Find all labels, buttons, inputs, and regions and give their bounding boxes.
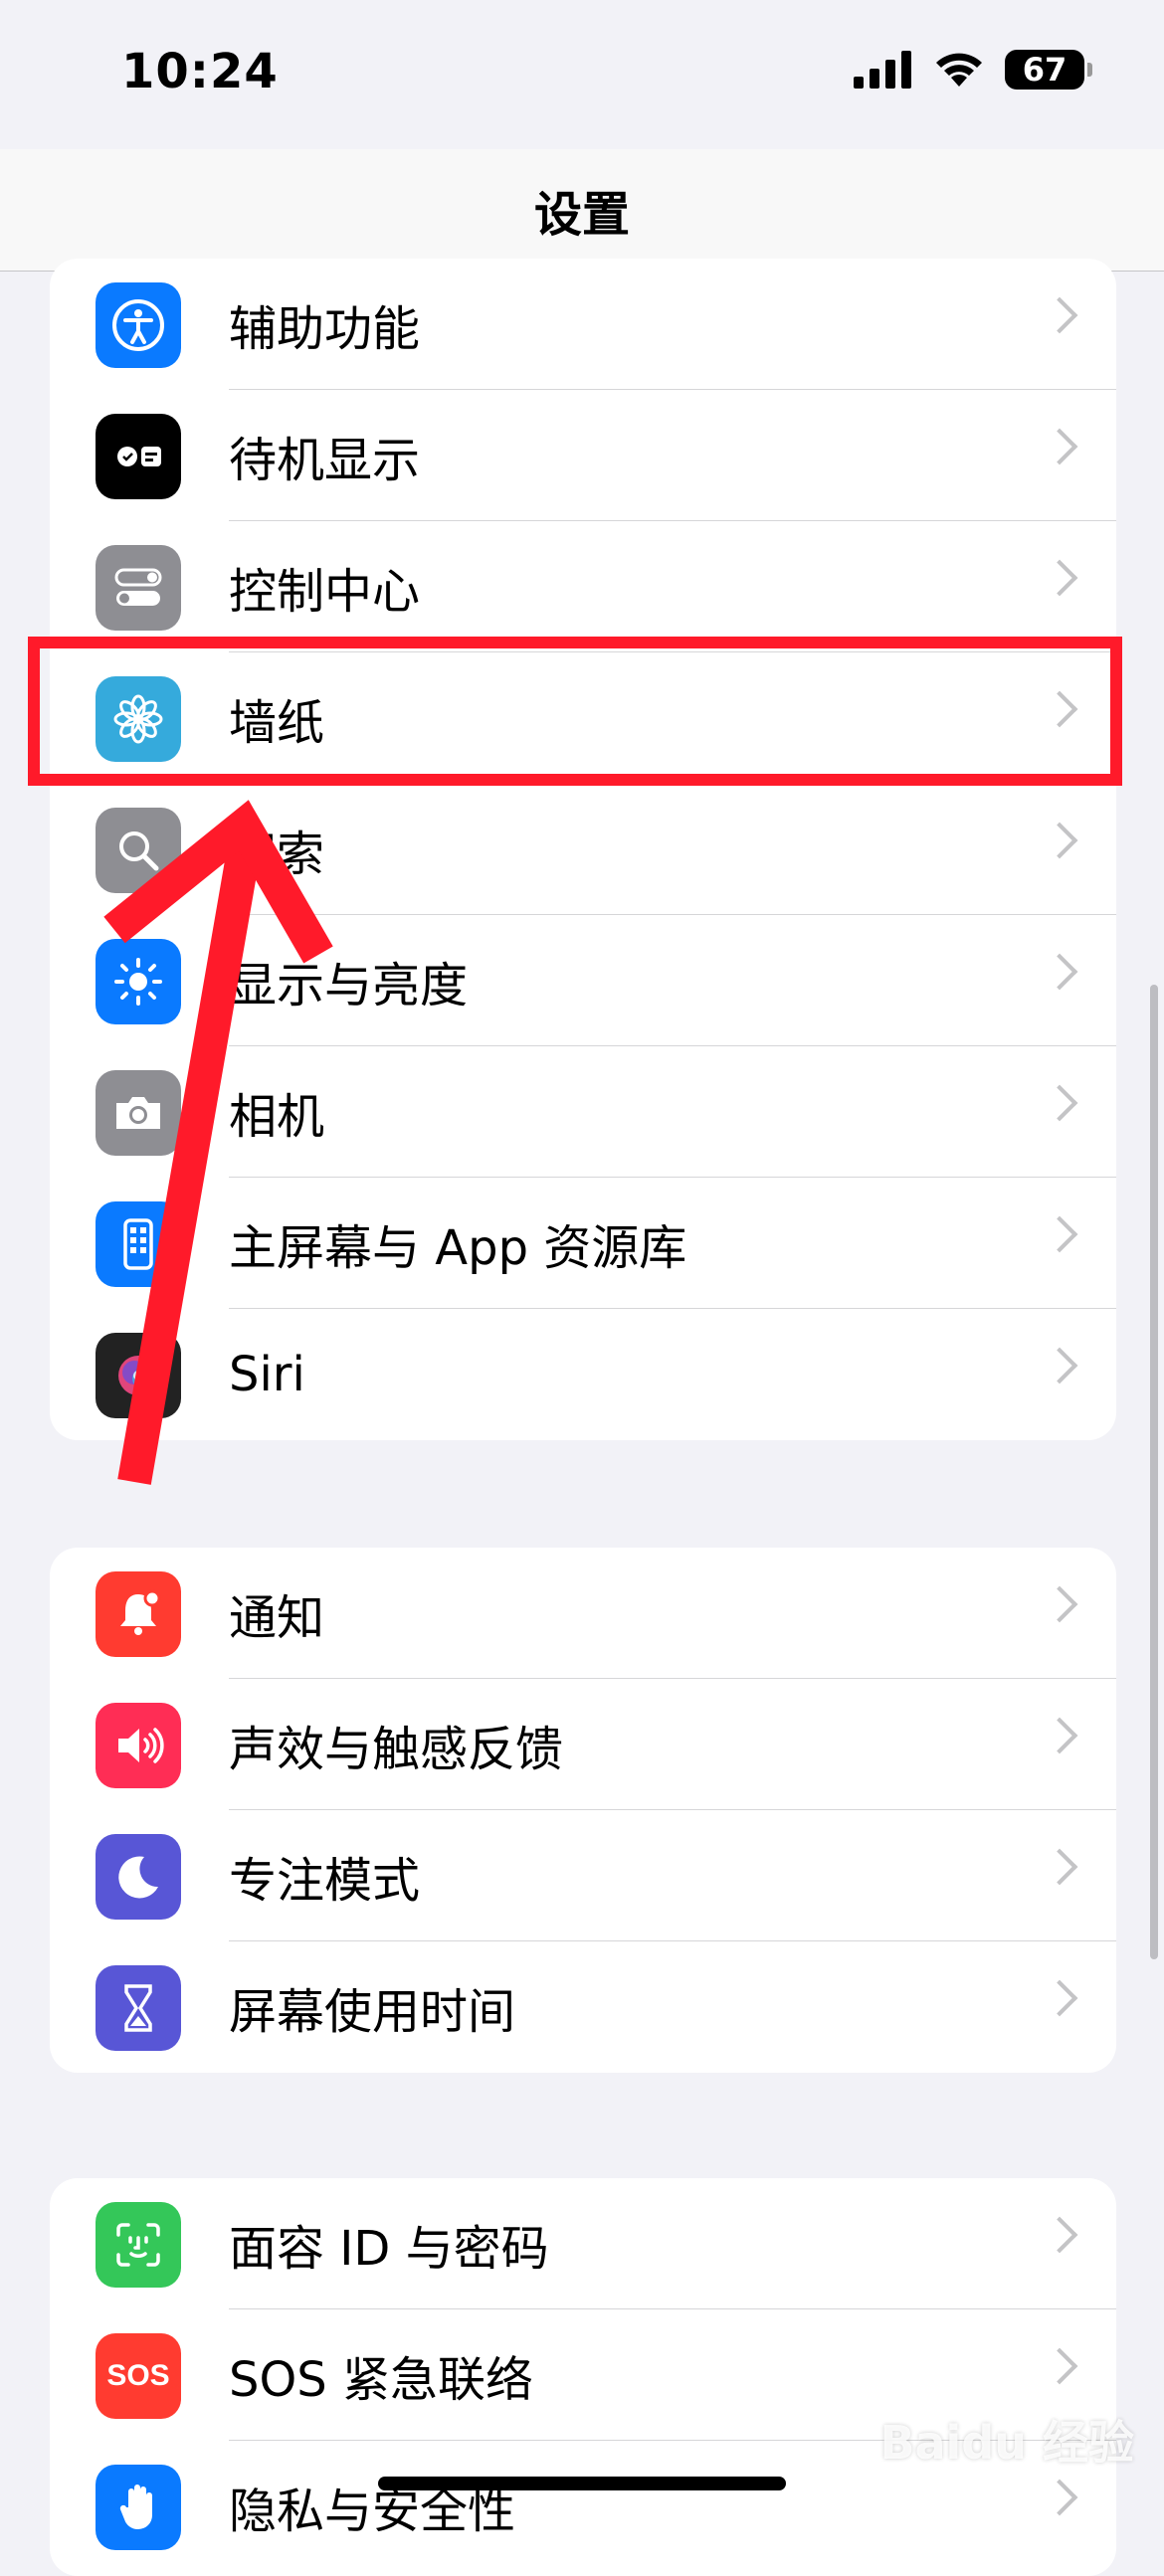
home-indicator[interactable]	[378, 2477, 786, 2490]
arrow-icon	[103, 800, 333, 1485]
watermark: Baidu 经验	[879, 2416, 1134, 2470]
arrow-annotation	[103, 800, 333, 1485]
scrollbar[interactable]	[1150, 985, 1158, 1959]
